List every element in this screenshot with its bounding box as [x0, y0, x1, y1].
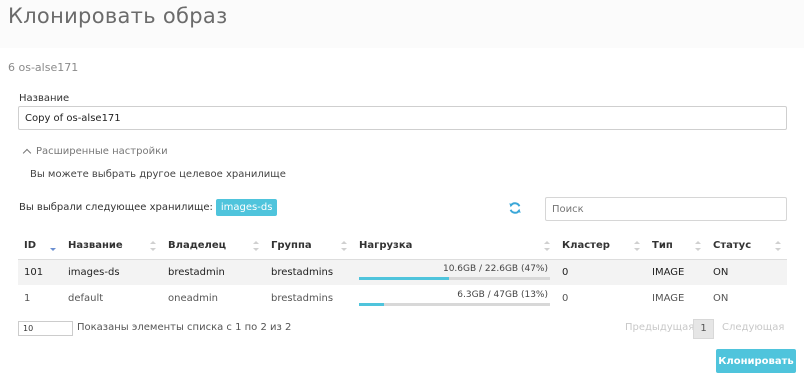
selected-datastore-badge: images-ds — [215, 199, 278, 216]
cell-status: ON — [713, 292, 729, 304]
column-header-type[interactable]: Тип — [646, 233, 707, 260]
sort-desc-icon — [50, 241, 56, 251]
cell-status: ON — [707, 259, 787, 285]
load-bar — [359, 303, 550, 306]
datastore-table: ID Название Владелец Группа Нагрузка Кла… — [18, 233, 787, 311]
cell-group: brestadmins — [271, 292, 334, 304]
image-subtitle: 6 os-alse171 — [8, 61, 79, 74]
column-header-cluster[interactable]: Кластер — [556, 233, 646, 260]
cell-type: IMAGE — [652, 292, 685, 304]
selected-datastore-label: Вы выбрали следующее хранилище: — [19, 202, 213, 213]
datastore-hint: Вы можете выбрать другое целевое хранили… — [30, 169, 286, 180]
refresh-icon[interactable] — [508, 201, 522, 215]
cell-cluster: 0 — [556, 259, 646, 285]
sort-icon — [341, 241, 347, 251]
load-bar-fill — [359, 303, 384, 306]
column-header-name[interactable]: Название — [62, 233, 162, 260]
sort-icon — [150, 241, 156, 251]
cell-type: IMAGE — [646, 259, 707, 285]
table-row[interactable]: 101 images-ds brestadmin brestadmins 10.… — [18, 259, 787, 285]
load-bar-fill — [359, 277, 449, 281]
sort-icon — [544, 241, 550, 251]
page-size-select[interactable]: 10 — [18, 321, 73, 336]
table-row[interactable]: 1 default oneadmin brestadmins 6.3GB / 4… — [18, 285, 787, 311]
pagination-current-page[interactable]: 1 — [693, 319, 714, 339]
cell-owner: brestadmin — [162, 259, 265, 285]
page-title: Клонировать образ — [8, 4, 228, 28]
column-header-owner[interactable]: Владелец — [162, 233, 265, 260]
cell-load: 10.6GB / 22.6GB (47%) — [353, 259, 556, 285]
advanced-settings-toggle[interactable]: Расширенные настройки — [22, 146, 168, 158]
cell-group: brestadmins — [265, 259, 353, 285]
load-text: 10.6GB / 22.6GB (47%) — [442, 264, 548, 275]
column-header-id[interactable]: ID — [18, 233, 62, 260]
cell-id: 101 — [18, 259, 62, 285]
column-header-group[interactable]: Группа — [265, 233, 353, 260]
pagination-previous[interactable]: Предыдущая — [625, 322, 694, 333]
name-field-label: Название — [19, 93, 70, 104]
cell-cluster: 0 — [562, 292, 569, 304]
selected-datastore: Вы выбрали следующее хранилище: images-d… — [19, 199, 278, 216]
cell-id: 1 — [24, 292, 31, 304]
load-bar — [359, 277, 550, 281]
cell-owner: oneadmin — [168, 292, 218, 304]
clone-button[interactable]: Клонировать — [716, 349, 796, 373]
sort-icon — [775, 241, 781, 251]
sort-icon — [634, 241, 640, 251]
sort-icon — [695, 241, 701, 251]
sort-icon — [253, 241, 259, 251]
pagination-next[interactable]: Следующая — [722, 322, 784, 333]
column-header-load[interactable]: Нагрузка — [353, 233, 556, 260]
name-input[interactable] — [18, 106, 787, 130]
shown-entries-info: Показаны элементы списка с 1 по 2 из 2 — [77, 322, 292, 333]
cell-load: 6.3GB / 47GB (13%) — [353, 285, 556, 311]
search-input[interactable] — [545, 197, 787, 221]
chevron-up-icon — [22, 148, 32, 158]
advanced-settings-label: Расширенные настройки — [36, 146, 168, 157]
cell-name: images-ds — [62, 259, 162, 285]
cell-name: default — [68, 292, 104, 304]
table-header-row: ID Название Владелец Группа Нагрузка Кла… — [18, 233, 787, 260]
load-text: 6.3GB / 47GB (13%) — [457, 290, 548, 300]
column-header-status[interactable]: Статус — [707, 233, 787, 260]
